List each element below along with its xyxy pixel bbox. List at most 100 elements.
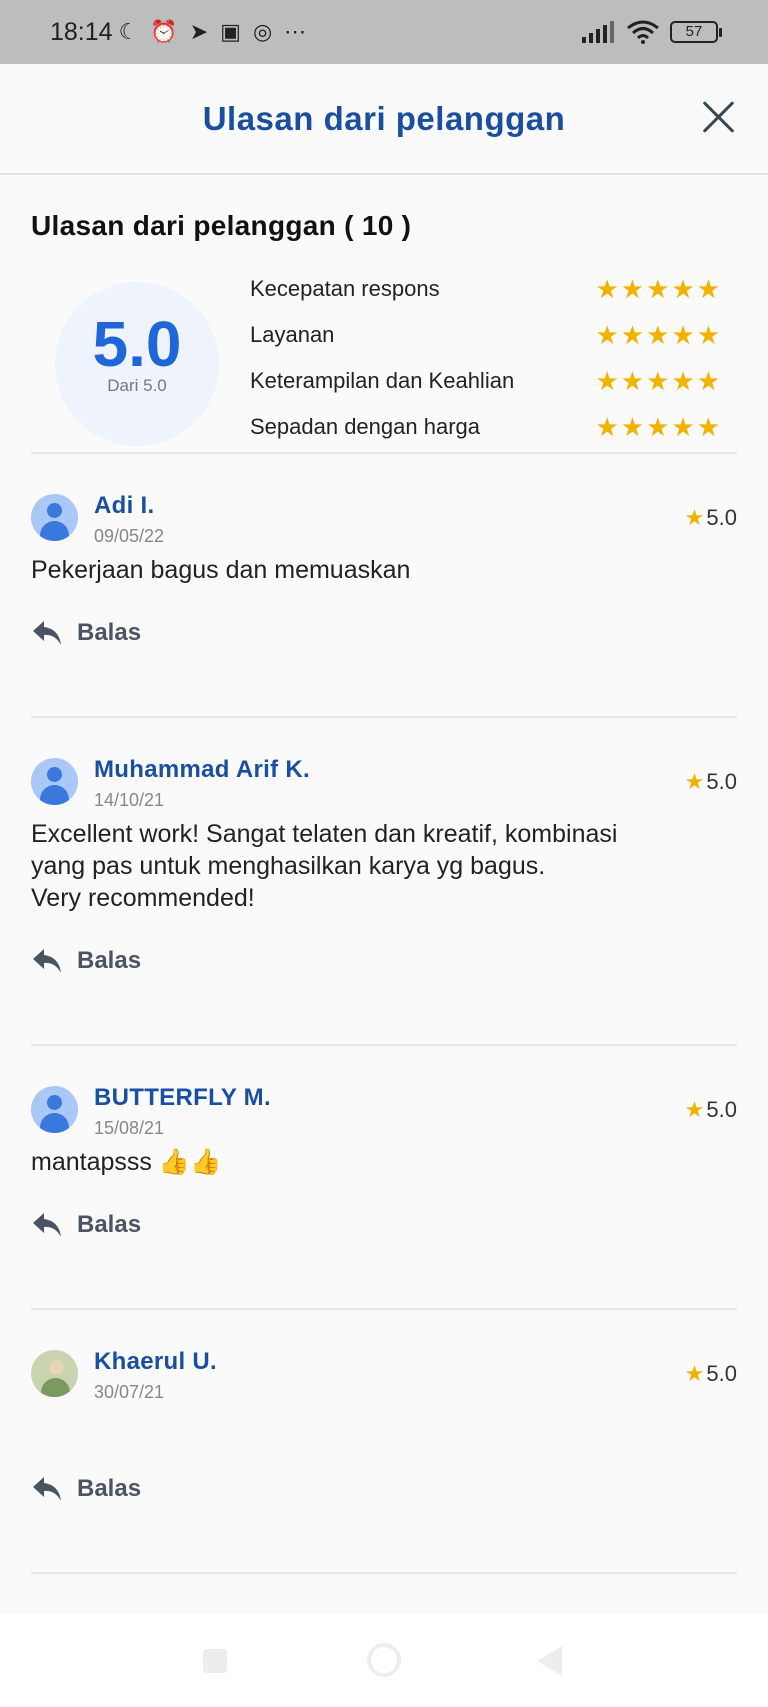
review-item: Muhammad Arif K. 14/10/21 ★ 5.0 Excellent… [31,718,737,1046]
criteria-label: Layanan [250,322,335,347]
review-rating: ★ 5.0 [685,769,737,795]
star-icon: ★ [595,320,619,350]
star-icon: ★ [620,274,645,304]
section-title: Ulasan dari pelanggan ( 10 ) [31,210,412,241]
reply-label: Balas [77,619,142,646]
more-notifications-icon: ⋯ [284,19,307,44]
star-icon: ★ [646,366,670,396]
shop-bag-icon: ▣ [220,19,241,44]
criteria-row: Layanan ★ ★ ★ ★ ★ [250,312,720,358]
star-icon: ★ [696,366,720,396]
reviewer-name: Adi I. [94,492,155,519]
star-icon: ★ [671,412,695,442]
battery-indicator: 57 [670,21,722,43]
star-rating: ★ ★ ★ ★ ★ [595,368,720,394]
signal-icon [582,21,614,43]
reply-icon [33,621,61,645]
reply-label: Balas [77,1211,142,1238]
reply-icon [33,949,61,973]
star-icon: ★ [595,412,619,442]
star-icon: ★ [620,412,645,442]
star-icon: ★ [696,274,720,304]
star-rating: ★ ★ ★ ★ ★ [595,276,720,302]
recent-apps-button[interactable] [203,1649,227,1673]
star-icon: ★ [671,366,695,396]
review-rating: ★ 5.0 [685,505,737,531]
status-bar: 18:14 ☾ ⏰ ➤ ▣ ◎ ⋯ 57 [0,0,768,64]
review-date: 15/08/21 [94,1118,165,1138]
reply-icon [33,1213,61,1237]
review-text: Pekerjaan bagus dan memuaskan [31,556,411,584]
reply-icon [33,1477,61,1501]
moon-icon: ☾ [118,19,139,44]
star-icon: ★ [595,274,619,304]
reply-button[interactable]: Balas [31,619,141,647]
avatar [31,758,78,805]
star-icon: ★ [684,769,705,794]
reviewer-name: BUTTERFLY M. [94,1084,271,1111]
criteria-label: Keterampilan dan Keahlian [250,368,515,393]
header: Ulasan dari pelanggan [0,64,768,175]
review-rating: ★ 5.0 [685,1361,737,1387]
review-date: 14/10/21 [94,790,165,810]
system-nav-bar [0,1614,768,1707]
status-notification-icons: ☾ ⏰ ➤ ▣ ◎ ⋯ [119,21,307,43]
star-icon: ★ [646,320,670,350]
wifi-icon [627,20,659,44]
reviewer-name: Khaerul U. [94,1348,218,1375]
review-date: 09/05/22 [94,526,165,546]
criteria-row: Sepadan dengan harga ★ ★ ★ ★ ★ [250,404,720,450]
avatar [31,1086,78,1133]
criteria-row: Kecepatan respons ★ ★ ★ ★ ★ [250,266,720,312]
star-icon: ★ [646,274,670,304]
star-icon: ★ [696,412,720,442]
reply-label: Balas [77,947,142,974]
star-icon: ★ [595,366,619,396]
home-button[interactable] [367,1643,401,1677]
reply-button[interactable]: Balas [31,947,141,975]
overall-score: 5.0 [92,308,182,380]
star-icon: ★ [620,366,645,396]
avatar [31,494,78,541]
review-text: Excellent work! Sangat telaten dan kreat… [31,820,618,912]
status-time: 18:14 [50,17,113,46]
star-icon: ★ [671,274,695,304]
sync-icon: ◎ [252,19,273,44]
reply-button[interactable]: Balas [31,1475,141,1503]
star-icon: ★ [684,1361,705,1386]
score-circle: 5.0 Dari 5.0 [55,282,219,446]
avatar-photo [31,1350,78,1397]
criteria-label: Sepadan dengan harga [250,414,480,439]
reviews-content: Ulasan dari pelanggan ( 10 ) 5.0 Dari 5.… [31,175,737,1574]
avatar-person-icon [47,1095,62,1110]
star-icon: ★ [684,505,705,530]
star-icon: ★ [696,320,720,350]
review-text: mantapsss 👍👍 [31,1148,222,1176]
close-button[interactable] [698,98,738,138]
rating-summary: 5.0 Dari 5.0 Kecepatan respons ★ ★ ★ ★ ★ Lay… [31,250,737,454]
back-button[interactable] [537,1646,562,1676]
reply-label: Balas [77,1475,142,1502]
status-right: 57 [582,20,722,44]
star-icon: ★ [684,1097,705,1122]
page-title: Ulasan dari pelanggan [202,99,566,137]
review-item: BUTTERFLY M. 15/08/21 ★ 5.0 mantapsss 👍👍 … [31,1046,737,1310]
star-rating: ★ ★ ★ ★ ★ [595,322,720,348]
review-item: Khaerul U. 30/07/21 ★ 5.0 Balas [31,1310,737,1574]
review-rating-value: 5.0 [706,505,737,530]
alarm-icon: ⏰ [150,19,178,44]
avatar-photo-figure [49,1360,64,1375]
criteria-list: Kecepatan respons ★ ★ ★ ★ ★ Layanan ★ ★ ★ ★ ★ Ke… [250,266,720,450]
review-rating-value: 5.0 [706,1361,737,1386]
telegram-icon: ➤ [189,19,209,44]
avatar-person-icon [47,503,62,518]
review-rating-value: 5.0 [706,1097,737,1122]
reviewer-name: Muhammad Arif K. [94,756,310,783]
criteria-label: Kecepatan respons [250,276,440,301]
score-max-label: Dari 5.0 [107,376,167,395]
criteria-row: Keterampilan dan Keahlian ★ ★ ★ ★ ★ [250,358,720,404]
reply-button[interactable]: Balas [31,1211,141,1239]
review-item: Adi I. 09/05/22 ★ 5.0 Pekerjaan bagus dan… [31,454,737,718]
star-icon: ★ [671,320,695,350]
star-icon: ★ [620,320,645,350]
